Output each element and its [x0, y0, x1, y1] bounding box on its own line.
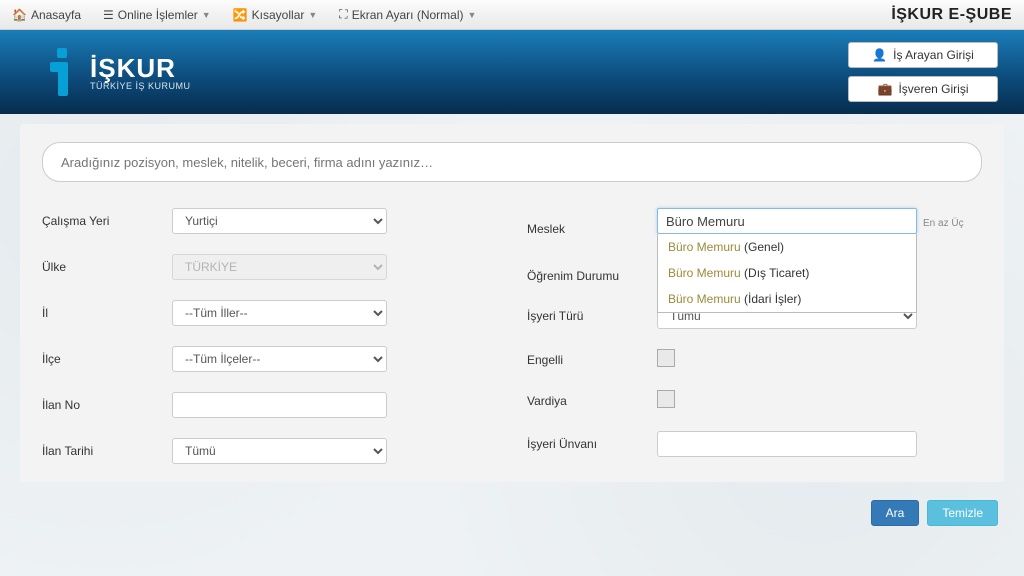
logo-name: İŞKUR	[90, 53, 191, 84]
ad-date-label: İlan Tarihi	[42, 444, 172, 458]
logo-subtitle: TÜRKİYE İŞ KURUMU	[90, 81, 191, 91]
worktype-label: İşyeri Türü	[527, 309, 657, 323]
chevron-down-icon: ▼	[468, 10, 477, 20]
brand-title: İŞKUR E-ŞUBE	[891, 6, 1012, 24]
employer-login-label: İşveren Girişi	[898, 82, 968, 96]
page-body: Çalışma Yeri Yurtiçi Ülke TÜRKİYE İl --T…	[0, 114, 1024, 576]
list-icon: ☰	[103, 8, 114, 22]
nav-online[interactable]: ☰ Online İşlemler ▼	[103, 8, 211, 22]
nav-screen-label: Ekran Ayarı (Normal)	[352, 8, 464, 22]
district-select[interactable]: --Tüm İlçeler--	[172, 346, 387, 372]
right-column: Meslek En az Üç Harf Giriniz. Büro Memur…	[527, 188, 982, 464]
briefcase-icon: 💼	[878, 82, 893, 96]
chevron-down-icon: ▼	[308, 10, 317, 20]
occupation-input[interactable]	[657, 208, 917, 234]
nav-online-label: Online İşlemler	[118, 8, 198, 22]
company-title-label: İşyeri Ünvanı	[527, 437, 657, 451]
employer-login-button[interactable]: 💼 İşveren Girişi	[848, 76, 998, 102]
workplace-label: Çalışma Yeri	[42, 214, 172, 228]
logo-mark-icon	[36, 48, 78, 96]
nav-shortcuts-label: Kısayollar	[252, 8, 305, 22]
country-select: TÜRKİYE	[172, 254, 387, 280]
jobseeker-login-button[interactable]: 👤 İş Arayan Girişi	[848, 42, 998, 68]
header-banner: İŞKUR TÜRKİYE İŞ KURUMU 👤 İş Arayan Giri…	[0, 30, 1024, 114]
company-title-input[interactable]	[657, 431, 917, 457]
district-label: İlçe	[42, 352, 172, 366]
suggestion-item[interactable]: Büro Memuru (Genel)	[658, 234, 916, 260]
jobseeker-login-label: İş Arayan Girişi	[893, 48, 974, 62]
ad-no-label: İlan No	[42, 398, 172, 412]
logo[interactable]: İŞKUR TÜRKİYE İŞ KURUMU	[36, 48, 191, 96]
country-label: Ülke	[42, 260, 172, 274]
nav-home[interactable]: 🏠 Anasayfa	[12, 8, 81, 22]
main-search-input[interactable]	[42, 142, 982, 182]
suggestion-item[interactable]: Büro Memuru (İdari İşler)	[658, 286, 916, 312]
expand-icon: ⛶	[339, 7, 347, 22]
disabled-checkbox[interactable]	[657, 349, 675, 367]
occupation-label: Meslek	[527, 222, 657, 236]
home-icon: 🏠	[12, 8, 27, 22]
province-select[interactable]: --Tüm İller--	[172, 300, 387, 326]
nav-home-label: Anasayfa	[31, 8, 81, 22]
workplace-select[interactable]: Yurtiçi	[172, 208, 387, 234]
shift-checkbox[interactable]	[657, 390, 675, 408]
disabled-label: Engelli	[527, 353, 657, 367]
shift-label: Vardiya	[527, 394, 657, 408]
suggestion-item[interactable]: Büro Memuru (Dış Ticaret)	[658, 260, 916, 286]
top-navbar: 🏠 Anasayfa ☰ Online İşlemler ▼ 🔀 Kısayol…	[0, 0, 1024, 30]
ad-no-input[interactable]	[172, 392, 387, 418]
user-icon: 👤	[872, 48, 887, 62]
nav-screen[interactable]: ⛶ Ekran Ayarı (Normal) ▼	[339, 7, 476, 22]
education-label: Öğrenim Durumu	[527, 269, 657, 283]
ad-date-select[interactable]: Tümü	[172, 438, 387, 464]
action-bar: Ara Temizle	[20, 500, 1004, 526]
chevron-down-icon: ▼	[202, 10, 211, 20]
left-column: Çalışma Yeri Yurtiçi Ülke TÜRKİYE İl --T…	[42, 188, 497, 464]
search-panel: Çalışma Yeri Yurtiçi Ülke TÜRKİYE İl --T…	[20, 124, 1004, 482]
province-label: İl	[42, 306, 172, 320]
shuffle-icon: 🔀	[233, 8, 248, 22]
search-button[interactable]: Ara	[871, 500, 920, 526]
clear-button[interactable]: Temizle	[927, 500, 998, 526]
nav-shortcuts[interactable]: 🔀 Kısayollar ▼	[233, 8, 318, 22]
occupation-suggestions: Büro Memuru (Genel) Büro Memuru (Dış Tic…	[657, 234, 917, 313]
